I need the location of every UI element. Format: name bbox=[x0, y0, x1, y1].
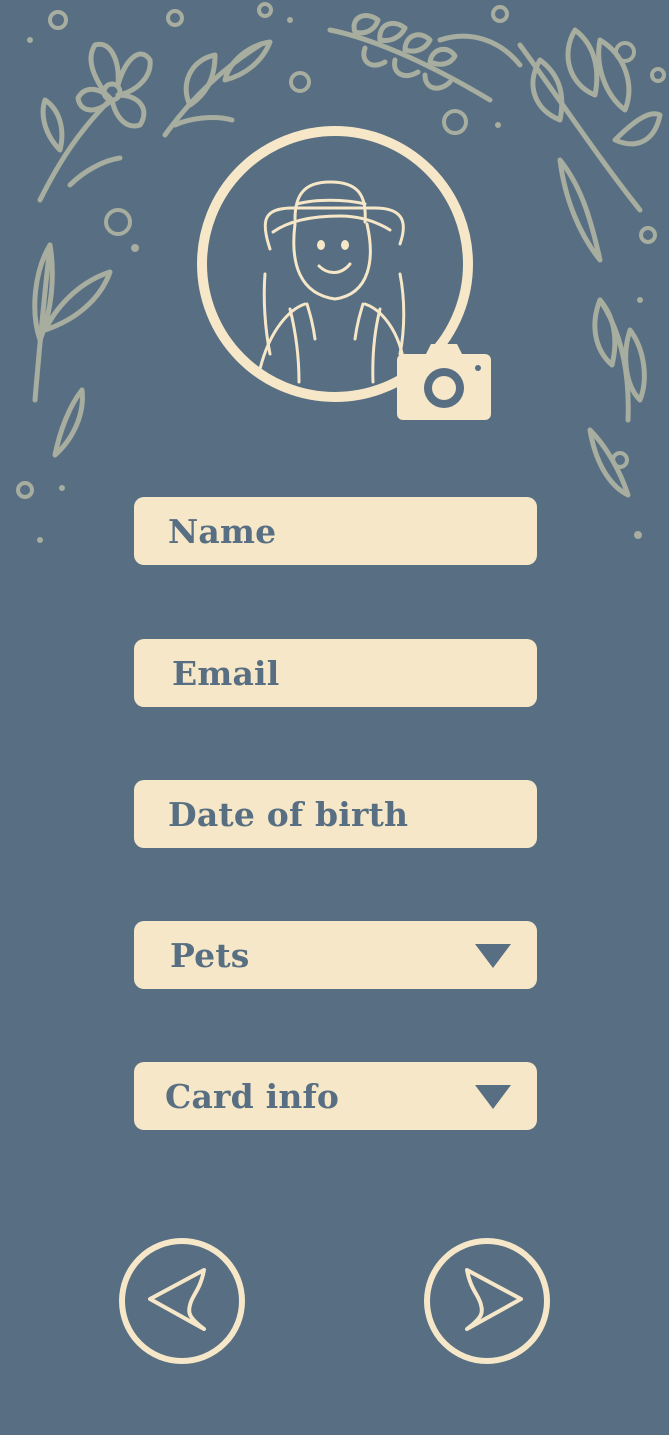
leaf-decoration bbox=[327, 13, 523, 103]
chevron-down-icon[interactable] bbox=[475, 944, 511, 968]
camera-icon[interactable] bbox=[395, 342, 493, 422]
pets-dropdown-label: Pets bbox=[170, 935, 250, 975]
back-button[interactable] bbox=[118, 1237, 246, 1365]
flower-decoration bbox=[37, 41, 153, 203]
leaf-decoration bbox=[162, 39, 273, 138]
date-of-birth-input[interactable]: Date of birth bbox=[134, 780, 537, 848]
chevron-down-icon[interactable] bbox=[475, 1085, 511, 1109]
card-info-dropdown-label: Card info bbox=[165, 1076, 340, 1116]
email-input[interactable]: Email bbox=[134, 639, 537, 707]
profile-photo bbox=[195, 124, 495, 424]
pets-dropdown[interactable]: Pets bbox=[134, 921, 537, 989]
name-input-placeholder: Name bbox=[168, 511, 277, 551]
back-arrow-icon bbox=[148, 1268, 206, 1331]
next-button[interactable] bbox=[423, 1237, 551, 1365]
leaf-decoration bbox=[32, 242, 113, 458]
profile-setup-screen: Name Email Date of birth Pets Card info bbox=[0, 0, 669, 1435]
email-input-placeholder: Email bbox=[172, 653, 280, 693]
card-info-dropdown[interactable]: Card info bbox=[134, 1062, 537, 1130]
name-input[interactable]: Name bbox=[134, 497, 537, 565]
leaf-decoration bbox=[517, 27, 663, 498]
next-arrow-icon bbox=[465, 1268, 523, 1331]
date-of-birth-placeholder: Date of birth bbox=[168, 794, 409, 834]
